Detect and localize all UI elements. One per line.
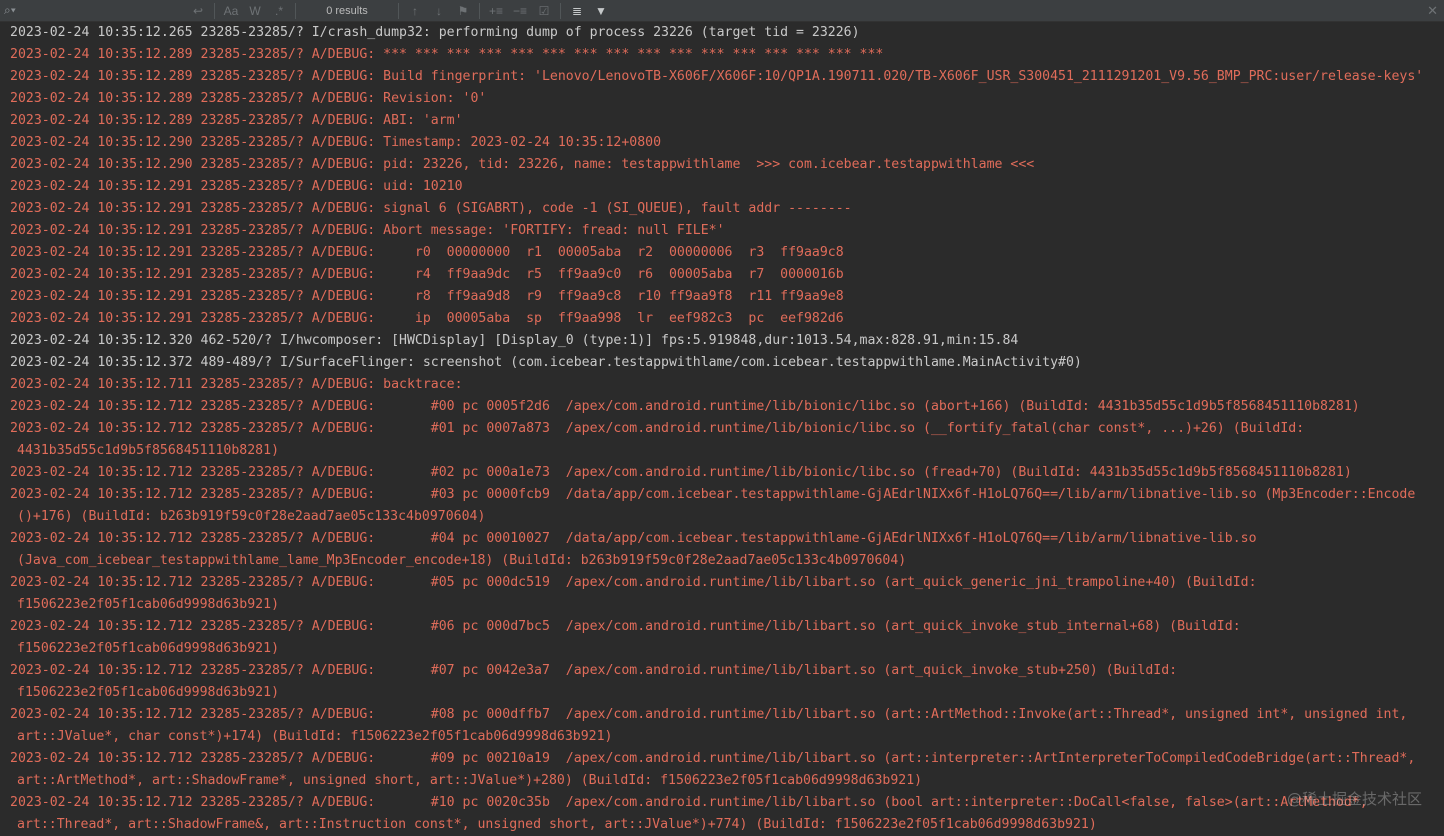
toolbar-separator (398, 2, 399, 19)
log-line: 2023-02-24 10:35:12.291 23285-23285/? A/… (10, 267, 844, 282)
log-line-continuation: art::JValue*, char const*)+174) (BuildId… (17, 729, 613, 744)
select-all-occurrences-icon[interactable]: ☑ (532, 0, 556, 22)
previous-occurrence-icon[interactable]: ↑ (403, 0, 427, 22)
regex-button[interactable]: .* (267, 0, 291, 22)
log-line: 2023-02-24 10:35:12.712 23285-23285/? A/… (10, 751, 1416, 766)
log-line: 2023-02-24 10:35:12.291 23285-23285/? A/… (10, 201, 852, 216)
log-line: 2023-02-24 10:35:12.291 23285-23285/? A/… (10, 289, 844, 304)
log-line-continuation: art::Thread*, art::ShadowFrame&, art::In… (17, 817, 1097, 832)
log-line: 2023-02-24 10:35:12.320 462-520/? I/hwco… (10, 333, 1019, 348)
remove-selection-icon[interactable]: −≡ (508, 0, 532, 22)
log-line: 2023-02-24 10:35:12.712 23285-23285/? A/… (10, 663, 1178, 678)
toolbar-separator (214, 2, 215, 19)
log-line: 2023-02-24 10:35:12.712 23285-23285/? A/… (10, 531, 1257, 546)
watermark: @稀土掘金技术社区 (1286, 790, 1422, 808)
log-line: 2023-02-24 10:35:12.712 23285-23285/? A/… (10, 487, 1416, 502)
clear-history-icon[interactable]: ↩ (186, 0, 210, 22)
log-line: 2023-02-24 10:35:12.289 23285-23285/? A/… (10, 113, 463, 128)
filter-icon[interactable]: ▼ (589, 0, 613, 22)
log-line-continuation: art::ArtMethod*, art::ShadowFrame*, unsi… (17, 773, 923, 788)
log-line-continuation: ()+176) (BuildId: b263b919f59c0f28e2aad7… (17, 509, 486, 524)
log-line-continuation: f1506223e2f05f1cab06d9998d63b921) (17, 641, 280, 656)
log-line-continuation: (Java_com_icebear_testappwithlame_lame_M… (17, 553, 907, 568)
pin-icon[interactable]: ⚑ (451, 0, 475, 22)
match-case-button[interactable]: Aa (219, 0, 243, 22)
toolbar-separator (479, 2, 480, 19)
search-input[interactable] (26, 1, 186, 20)
log-line: 2023-02-24 10:35:12.291 23285-23285/? A/… (10, 223, 725, 238)
log-line: 2023-02-24 10:35:12.712 23285-23285/? A/… (10, 421, 1305, 436)
toolbar-separator (560, 2, 561, 19)
log-line: 2023-02-24 10:35:12.289 23285-23285/? A/… (10, 91, 487, 106)
next-occurrence-icon[interactable]: ↓ (427, 0, 451, 22)
log-line: 2023-02-24 10:35:12.265 23285-23285/? I/… (10, 25, 860, 40)
log-line: 2023-02-24 10:35:12.712 23285-23285/? A/… (10, 399, 1360, 414)
log-line: 2023-02-24 10:35:12.712 23285-23285/? A/… (10, 465, 1352, 480)
search-box[interactable]: ⌕▾ ↩ (0, 0, 210, 22)
close-icon[interactable]: ✕ (1427, 3, 1438, 19)
log-line: 2023-02-24 10:35:12.290 23285-23285/? A/… (10, 157, 1035, 172)
whole-words-button[interactable]: W (243, 0, 267, 22)
add-selection-icon[interactable]: +≡ (484, 0, 508, 22)
find-toolbar: ⌕▾ ↩ Aa W .* 0 results ↑ ↓ ⚑ +≡ −≡ ☑ ≣ ▼… (0, 0, 1444, 22)
log-line: 2023-02-24 10:35:12.291 23285-23285/? A/… (10, 311, 844, 326)
log-line: 2023-02-24 10:35:12.372 489-489/? I/Surf… (10, 355, 1082, 370)
log-line: 2023-02-24 10:35:12.712 23285-23285/? A/… (10, 707, 1408, 722)
toolbar-separator (295, 2, 296, 19)
log-line-continuation: f1506223e2f05f1cab06d9998d63b921) (17, 597, 280, 612)
log-line-continuation: f1506223e2f05f1cab06d9998d63b921) (17, 685, 280, 700)
log-line: 2023-02-24 10:35:12.711 23285-23285/? A/… (10, 377, 463, 392)
log-line: 2023-02-24 10:35:12.289 23285-23285/? A/… (10, 69, 1424, 84)
log-line: 2023-02-24 10:35:12.290 23285-23285/? A/… (10, 135, 662, 150)
log-line-continuation: 4431b35d55c1d9b5f8568451110b8281) (17, 443, 280, 458)
log-line: 2023-02-24 10:35:12.712 23285-23285/? A/… (10, 795, 1368, 810)
logcat-output[interactable]: 2023-02-24 10:35:12.265 23285-23285/? I/… (10, 22, 1436, 836)
search-icon[interactable]: ⌕▾ (4, 3, 26, 18)
soft-wrap-icon[interactable]: ≣ (565, 0, 589, 22)
log-line: 2023-02-24 10:35:12.712 23285-23285/? A/… (10, 575, 1257, 590)
log-line: 2023-02-24 10:35:12.289 23285-23285/? A/… (10, 47, 884, 62)
results-count: 0 results (326, 4, 368, 17)
log-line: 2023-02-24 10:35:12.291 23285-23285/? A/… (10, 245, 844, 260)
log-line: 2023-02-24 10:35:12.712 23285-23285/? A/… (10, 619, 1241, 634)
log-line: 2023-02-24 10:35:12.291 23285-23285/? A/… (10, 179, 463, 194)
